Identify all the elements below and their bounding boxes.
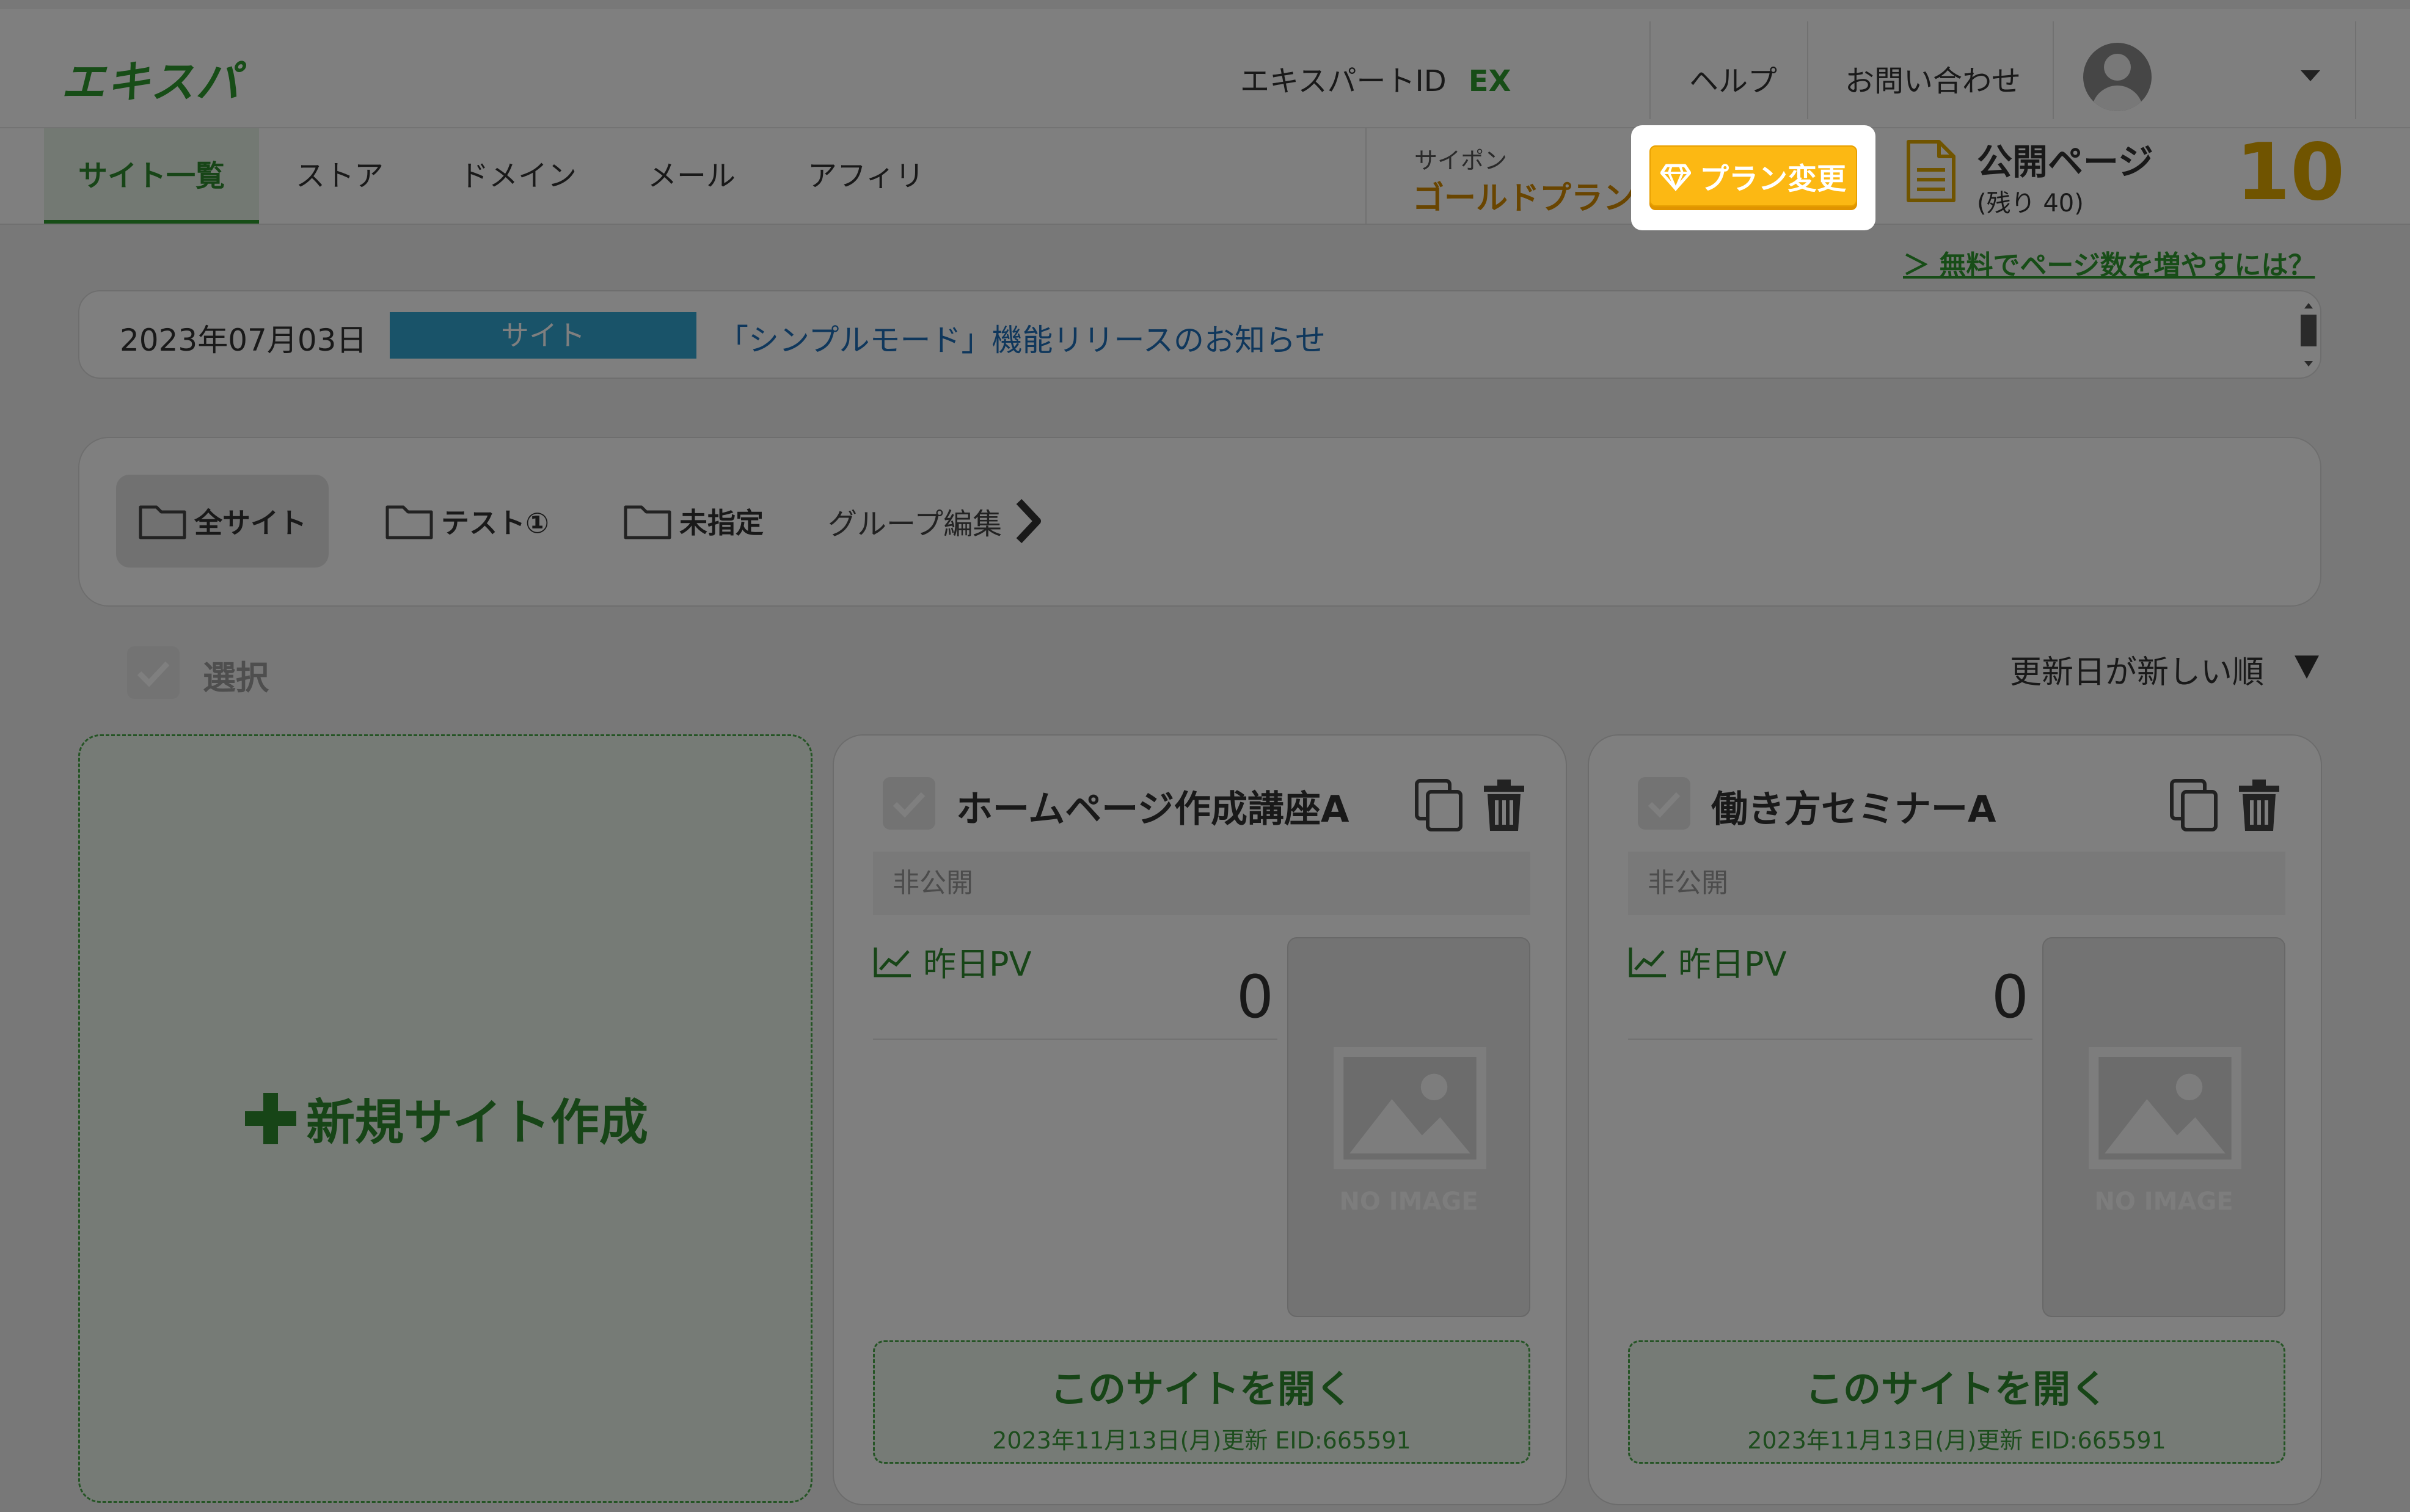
diamond-icon [1660,164,1691,191]
tutorial-overlay[interactable] [0,0,2410,1512]
plan-change-label: プラン変更 [1699,162,1846,196]
plan-change-button[interactable]: プラン変更 [1649,145,1857,206]
page: エキスパ エキスパートIDEX ヘルプ お問い合わせ サイト一覧 ストア ドメイ… [0,0,2410,1512]
